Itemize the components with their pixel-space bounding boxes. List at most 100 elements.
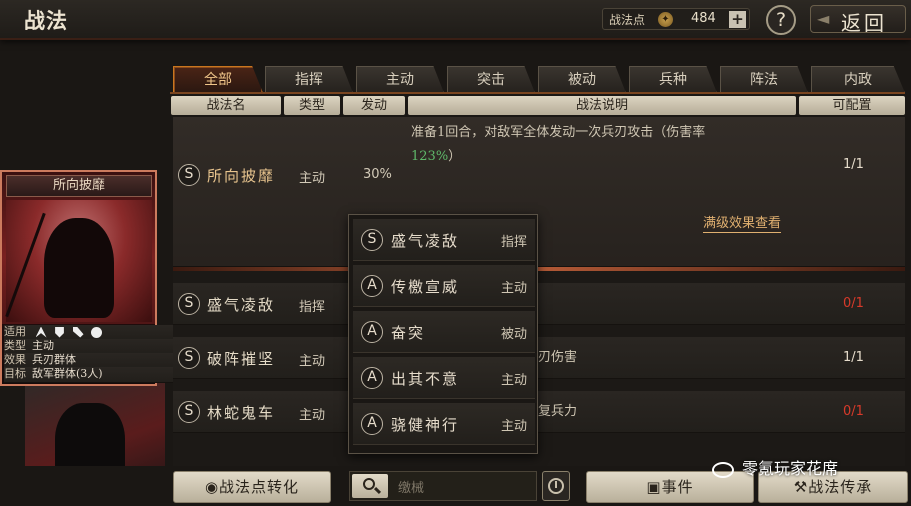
watermark: 零氪玩家花席 (712, 455, 838, 479)
col-header-type[interactable]: 类型 (284, 96, 340, 115)
card-key: 效果 (4, 353, 26, 366)
wechat-icon (712, 461, 734, 478)
event-label: 事件 (661, 478, 694, 496)
desc-damage-rate: 123% (411, 149, 449, 164)
dropdown-item-type: 指挥 (500, 235, 527, 250)
grade-badge: A (361, 321, 383, 343)
dropdown-item[interactable]: A 传檄宣威 主动 (353, 265, 535, 307)
desc-tail: ） (448, 149, 462, 164)
max-effect-link[interactable]: 满级效果查看 (703, 212, 782, 233)
card-key: 适用 (4, 325, 26, 338)
col-header-name[interactable]: 战法名 (171, 96, 281, 115)
tactic-description: 复兵力 (538, 404, 578, 419)
tab-internal[interactable]: 内政 (811, 66, 905, 93)
tactic-type: 主动 (299, 171, 326, 186)
dropdown-item-type: 主动 (500, 281, 527, 296)
tab-passive[interactable]: 被动 (538, 66, 626, 93)
tactic-count: 0/1 (843, 296, 864, 311)
card-info: 适用 类型 主动 效果 兵刃群体 目标 敌军群体(3人) (2, 324, 736, 384)
search-input[interactable]: 缴械 (398, 477, 424, 496)
convert-label: 战法点转化 (219, 478, 300, 496)
card-key: 类型 (4, 339, 26, 352)
tactic-points-coin-icon: ✦ (658, 12, 673, 27)
back-button[interactable]: ◄ 返回 (810, 5, 906, 35)
tactic-type: 主动 (299, 408, 326, 423)
card-tactic-name: 所向披靡 (6, 175, 152, 197)
card-artwork (5, 200, 152, 322)
hammer-icon: ⚒ (793, 478, 809, 496)
tactic-detail-card[interactable]: 所向披靡 适用 类型 主动 效果 兵刃群体 目标 敌军群体(3人) (0, 170, 736, 386)
tab-formation[interactable]: 阵法 (720, 66, 808, 93)
page-title: 战法 (24, 8, 68, 33)
grade-badge: S (178, 164, 200, 186)
dropdown-item-name: 传檄宣威 (391, 278, 460, 296)
tactic-points-label: 战法点 (609, 13, 646, 27)
dropdown-item[interactable]: A 奋突 被动 (353, 311, 535, 353)
desc-line1: 准备1回合，对敌军全体发动一次兵刃攻击（伤害率 (411, 125, 706, 140)
tactic-type: 指挥 (299, 300, 326, 315)
tactic-list: S 所向披靡 主动 30% 准备1回合，对敌军全体发动一次兵刃攻击（伤害率 12… (173, 117, 905, 467)
troop-type-icons (35, 325, 107, 338)
convert-icon: ◉ (204, 478, 220, 496)
tactic-name: 破阵摧坚 (207, 350, 276, 368)
tactic-name: 所向披靡 (207, 167, 276, 185)
tactic-name: 林蛇鬼车 (207, 404, 276, 422)
tactic-count: 1/1 (843, 157, 864, 172)
card-value: 主动 (32, 339, 54, 352)
grade-badge: A (361, 275, 383, 297)
tab-underline (170, 92, 905, 94)
col-header-desc: 战法说明 (408, 96, 796, 115)
help-button[interactable]: ? (766, 5, 796, 35)
dropdown-item[interactable]: S 盛气凌敌 指挥 (353, 219, 535, 261)
bow-icon (72, 326, 84, 338)
search-box[interactable]: 缴械 (349, 471, 537, 501)
col-header-rate[interactable]: 发动 (343, 96, 405, 115)
tab-assault[interactable]: 突击 (447, 66, 535, 93)
grade-badge: S (178, 347, 200, 369)
top-bar: 战法 战法点 ✦ 484 + ? ◄ 返回 (0, 0, 911, 40)
dropdown-item-type: 主动 (500, 419, 527, 434)
grade-badge: S (178, 293, 200, 315)
tab-command[interactable]: 指挥 (265, 66, 353, 93)
spear-troop-icon (91, 326, 102, 338)
tactic-row[interactable]: S 林蛇鬼车 主动 复兵力 0/1 (173, 391, 905, 433)
dropdown-item[interactable]: A 骁健神行 主动 (353, 403, 535, 445)
tactic-count: 1/1 (843, 350, 864, 365)
dropdown-item[interactable]: A 出其不意 主动 (353, 357, 535, 399)
tactic-count: 0/1 (843, 404, 864, 419)
selected-row-separator (173, 267, 905, 271)
tab-all[interactable]: 全部 (173, 66, 263, 93)
grade-badge: A (361, 367, 383, 389)
dropdown-item-name: 出其不意 (391, 370, 460, 388)
tactic-dropdown: S 盛气凌敌 指挥 A 传檄宣威 主动 A 奋突 被动 A 出其不意 主动 A … (348, 214, 538, 454)
shield-icon (55, 326, 64, 338)
event-icon: ▣ (646, 478, 662, 496)
tactic-rate: 30% (363, 167, 392, 182)
tab-active[interactable]: 主动 (356, 66, 444, 93)
spear-graphic (5, 212, 46, 318)
inherit-label: 战法传承 (808, 478, 873, 496)
dropdown-item-name: 骁健神行 (391, 416, 460, 434)
warrior-figure (44, 218, 114, 318)
col-header-config[interactable]: 可配置 (799, 96, 905, 115)
search-icon[interactable] (352, 474, 388, 498)
tactic-row[interactable]: S 盛气凌敌 指挥 0/1 (173, 283, 905, 325)
convert-points-button[interactable]: ◉战法点转化 (173, 471, 331, 503)
tactic-description: 刃伤害 (538, 350, 578, 365)
dropdown-item-type: 被动 (500, 327, 527, 342)
tactic-description: 准备1回合，对敌军全体发动一次兵刃攻击（伤害率 123%） (411, 121, 791, 169)
back-arrow-icon: ◄ (817, 9, 830, 28)
cavalry-icon (35, 326, 47, 338)
add-points-button[interactable]: + (729, 11, 746, 28)
grade-badge: S (178, 401, 200, 423)
tactic-row[interactable]: S 破阵摧坚 主动 刃伤害 1/1 (173, 337, 905, 379)
grade-badge: A (361, 413, 383, 435)
card-value: 兵刃群体 (32, 353, 76, 366)
tactic-row-selected[interactable]: S 所向披靡 主动 30% 准备1回合，对敌军全体发动一次兵刃攻击（伤害率 12… (173, 117, 905, 267)
clock-icon[interactable] (542, 471, 570, 501)
tab-troop[interactable]: 兵种 (629, 66, 717, 93)
tactic-type: 主动 (299, 354, 326, 369)
dropdown-item-type: 主动 (500, 373, 527, 388)
card-value: 敌军群体(3人) (32, 367, 103, 380)
back-button-label: 返回 (841, 11, 887, 35)
